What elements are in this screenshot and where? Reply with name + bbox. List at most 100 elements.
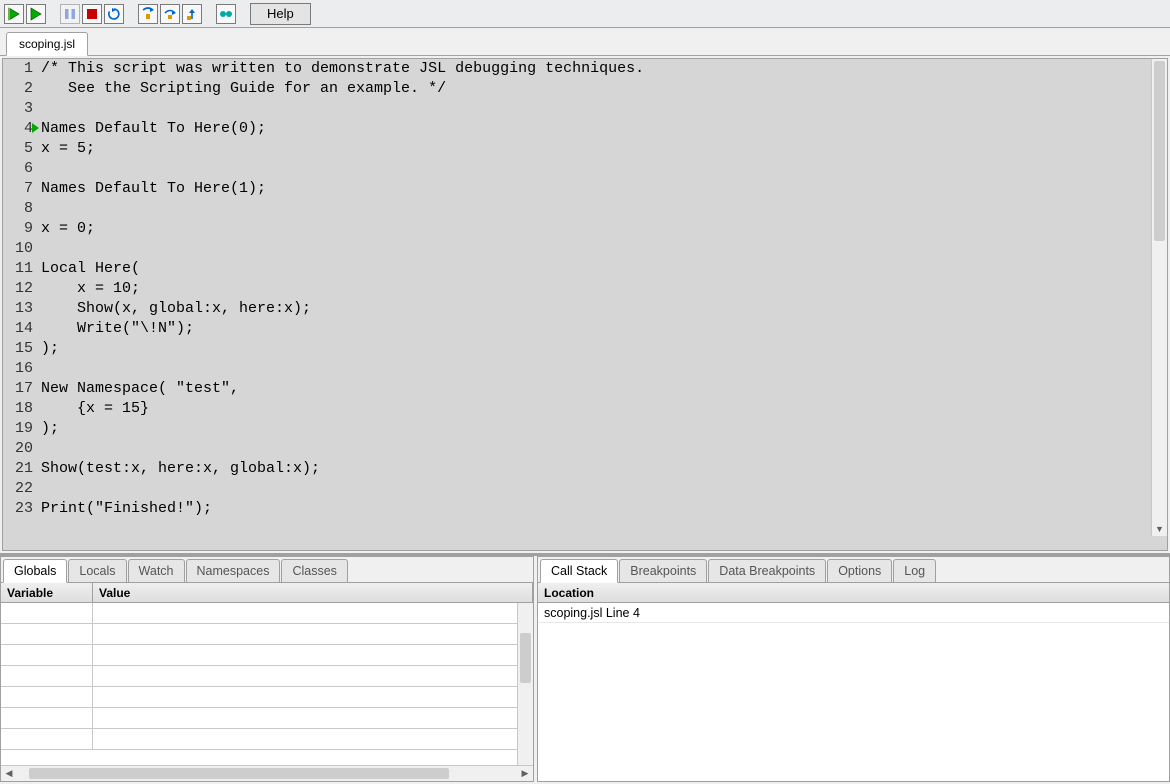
step-into-button[interactable] (138, 4, 158, 24)
code-line[interactable]: x = 0; (41, 219, 1167, 239)
scroll-thumb[interactable] (520, 633, 531, 683)
table-row[interactable] (1, 624, 533, 645)
gutter-line[interactable]: 8 (3, 199, 33, 219)
gutter-line[interactable]: 11 (3, 259, 33, 279)
code-line[interactable]: x = 5; (41, 139, 1167, 159)
code-line[interactable] (41, 99, 1167, 119)
table-row[interactable] (1, 645, 533, 666)
gutter-line[interactable]: 12 (3, 279, 33, 299)
cell-variable[interactable] (1, 624, 93, 644)
grid-horizontal-scrollbar[interactable]: ◀ ▶ (1, 765, 533, 781)
code-line[interactable]: Names Default To Here(0); (41, 119, 1167, 139)
gutter-line[interactable]: 1 (3, 59, 33, 79)
pause-button[interactable] (60, 4, 80, 24)
gutter-line[interactable]: 21 (3, 459, 33, 479)
code-editor[interactable]: 1234567891011121314151617181920212223 /*… (2, 58, 1168, 551)
code-line[interactable]: {x = 15} (41, 399, 1167, 419)
code-area[interactable]: /* This script was written to demonstrat… (37, 59, 1167, 550)
scroll-thumb[interactable] (29, 768, 449, 779)
gutter-line[interactable]: 7 (3, 179, 33, 199)
tab-call-stack[interactable]: Call Stack (540, 559, 618, 583)
tab-data-breakpoints[interactable]: Data Breakpoints (708, 559, 826, 583)
step-over-button[interactable] (160, 4, 180, 24)
table-row[interactable] (1, 603, 533, 624)
gutter-line[interactable]: 20 (3, 439, 33, 459)
scroll-down-icon[interactable]: ▼ (1152, 522, 1167, 536)
cell-value[interactable] (93, 687, 533, 707)
code-line[interactable]: Show(x, global:x, here:x); (41, 299, 1167, 319)
tab-globals[interactable]: Globals (3, 559, 67, 583)
table-row[interactable] (1, 687, 533, 708)
restart-button[interactable] (104, 4, 124, 24)
gutter-line[interactable]: 14 (3, 319, 33, 339)
column-header-variable[interactable]: Variable (1, 583, 93, 602)
scroll-left-icon[interactable]: ◀ (1, 766, 17, 781)
code-line[interactable]: Print("Finished!"); (41, 499, 1167, 519)
code-line[interactable] (41, 239, 1167, 259)
code-line[interactable]: Show(test:x, here:x, global:x); (41, 459, 1167, 479)
gutter-line[interactable]: 9 (3, 219, 33, 239)
code-line[interactable]: Local Here( (41, 259, 1167, 279)
gutter-line[interactable]: 4 (3, 119, 33, 139)
tab-watch[interactable]: Watch (128, 559, 185, 583)
cell-value[interactable] (93, 603, 533, 623)
code-line[interactable]: New Namespace( "test", (41, 379, 1167, 399)
file-tab[interactable]: scoping.jsl (6, 32, 88, 56)
tab-options[interactable]: Options (827, 559, 892, 583)
editor-vertical-scrollbar[interactable]: ▲ ▼ (1151, 59, 1167, 536)
tab-namespaces[interactable]: Namespaces (186, 559, 281, 583)
code-line[interactable]: Names Default To Here(1); (41, 179, 1167, 199)
gutter-line[interactable]: 17 (3, 379, 33, 399)
cell-variable[interactable] (1, 729, 93, 749)
code-line[interactable] (41, 199, 1167, 219)
cell-value[interactable] (93, 729, 533, 749)
gutter-line[interactable]: 6 (3, 159, 33, 179)
callstack-row[interactable]: scoping.jsl Line 4 (538, 603, 1169, 623)
gutter-line[interactable]: 18 (3, 399, 33, 419)
gutter-line[interactable]: 13 (3, 299, 33, 319)
code-line[interactable]: Write("\!N"); (41, 319, 1167, 339)
cell-value[interactable] (93, 666, 533, 686)
cell-value[interactable] (93, 624, 533, 644)
cell-variable[interactable] (1, 708, 93, 728)
code-line[interactable] (41, 159, 1167, 179)
callstack-header[interactable]: Location (538, 583, 1169, 603)
gutter-line[interactable]: 2 (3, 79, 33, 99)
code-line[interactable] (41, 479, 1167, 499)
code-line[interactable]: ); (41, 339, 1167, 359)
run-without-breakpoints-button[interactable] (4, 4, 24, 24)
help-button[interactable]: Help (250, 3, 311, 25)
gutter-line[interactable]: 23 (3, 499, 33, 519)
tab-breakpoints[interactable]: Breakpoints (619, 559, 707, 583)
gutter-line[interactable]: 5 (3, 139, 33, 159)
cell-variable[interactable] (1, 603, 93, 623)
table-row[interactable] (1, 666, 533, 687)
tab-log[interactable]: Log (893, 559, 936, 583)
gutter-line[interactable]: 19 (3, 419, 33, 439)
table-row[interactable] (1, 708, 533, 729)
column-header-value[interactable]: Value (93, 583, 533, 602)
grid-vertical-scrollbar[interactable] (517, 603, 533, 765)
cell-variable[interactable] (1, 645, 93, 665)
tab-classes[interactable]: Classes (281, 559, 347, 583)
cell-variable[interactable] (1, 666, 93, 686)
run-button[interactable] (26, 4, 46, 24)
gutter-line[interactable]: 3 (3, 99, 33, 119)
breakpoints-button[interactable] (216, 4, 236, 24)
stop-button[interactable] (82, 4, 102, 24)
table-row[interactable] (1, 729, 533, 750)
cell-value[interactable] (93, 645, 533, 665)
scroll-thumb[interactable] (1154, 61, 1165, 241)
cell-value[interactable] (93, 708, 533, 728)
tab-locals[interactable]: Locals (68, 559, 126, 583)
code-line[interactable]: /* This script was written to demonstrat… (41, 59, 1167, 79)
code-line[interactable]: ); (41, 419, 1167, 439)
code-line[interactable]: See the Scripting Guide for an example. … (41, 79, 1167, 99)
cell-variable[interactable] (1, 687, 93, 707)
code-line[interactable] (41, 359, 1167, 379)
code-line[interactable] (41, 439, 1167, 459)
code-line[interactable]: x = 10; (41, 279, 1167, 299)
scroll-right-icon[interactable]: ▶ (517, 766, 533, 781)
gutter-line[interactable]: 10 (3, 239, 33, 259)
step-out-button[interactable] (182, 4, 202, 24)
